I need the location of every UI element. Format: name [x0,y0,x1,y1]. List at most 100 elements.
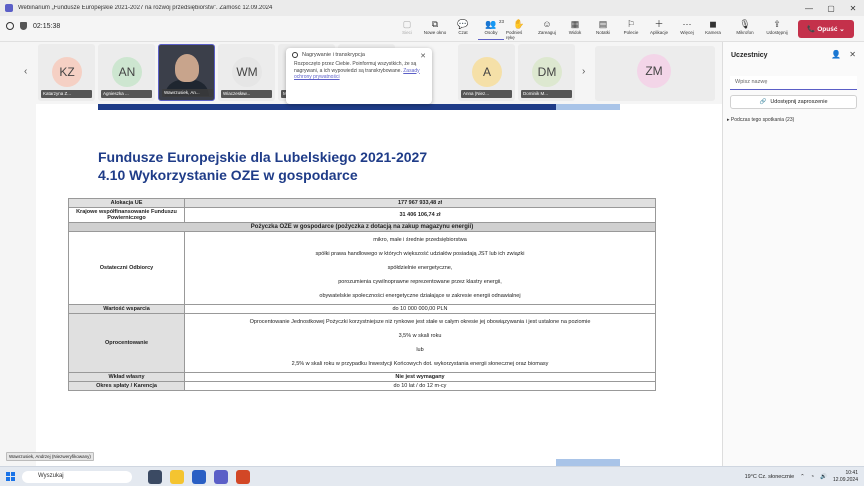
toolbar-button-2[interactable]: 💬 Czat [450,18,476,40]
panel-title: Uczestnicy [731,52,768,59]
participant-video [175,54,199,82]
toolbar-label: Osoby [484,30,498,35]
toolbar-button-5[interactable]: ☺ Zareaguj [534,18,560,40]
weather-text[interactable]: 19°C Cz. słonecznie [745,474,795,480]
clock-date: 12.09.2024 [832,476,858,483]
device-label: Udostępnij [766,30,788,35]
table-label: Oprocentowanie [68,313,185,373]
chevron-up-icon[interactable]: ⌃ [800,474,805,480]
recording-title: Nagrywanie i transkrypcja [302,52,365,58]
toolbar-button-1[interactable]: ⧉ Nowe okno [422,18,448,40]
toolbar-button-6[interactable]: ▦ Widok [562,18,588,40]
close-icon[interactable]: ✕ [420,52,426,60]
start-icon[interactable] [6,472,15,481]
link-icon: 🔗 [759,99,767,105]
list-item: spółdzielnie energetyczne, [387,265,453,271]
maximize-icon[interactable]: ▢ [820,4,842,13]
participant-tile[interactable]: A Anna (Niez... [458,44,515,101]
close-panel-icon[interactable]: ✕ [849,50,856,59]
toolbar-icon: ☺ [542,19,552,29]
toolbar-icon: ▢ [402,19,412,29]
taskbar-search-label: Wyszukaj [38,473,64,479]
leave-button[interactable]: 📞 Opuść ⌄ [798,20,854,38]
list-item: lub [416,347,424,353]
toolbar-button-7[interactable]: ▤ Notatki [590,18,616,40]
add-person-icon[interactable]: 👤 [831,50,841,59]
table-row: Krajowe współfinansowanie Funduszu Powie… [68,207,656,223]
table-value-list: mikro, małe i średnie przedsiębiorstwa s… [184,231,656,305]
toolbar-button-10[interactable]: ⋯ Więcej [674,18,700,40]
participant-tile[interactable]: AN Agnieszka ... [98,44,155,101]
toolbar-button-0[interactable]: ▢ Sieci [394,18,420,40]
window-title: Webinarium „Fundusze Europejskie 2021-20… [18,5,273,11]
toolbar-button-4[interactable]: ✋ Podnieś rękę [506,18,532,40]
participant-name: Katarzyna Z... [41,90,92,98]
list-item: Oprocentowanie Jednostkowej Pożyczki kor… [249,319,591,325]
slide-bottom-accent [556,459,620,466]
list-item: porozumienia cywilnoprawne reprezentowan… [338,279,502,285]
participant-tile[interactable]: DM Dominik M... [518,44,575,101]
table-row: Wartość wsparcia do 10 000 000,00 PLN [68,304,656,314]
participant-search-input[interactable]: Wpisz nazwę [730,76,857,90]
share-invite-button[interactable]: 🔗 Udostępnij zaproszenie [730,95,857,109]
participants-panel: Uczestnicy 👤 ✕ Wpisz nazwę 🔗 Udostępnij … [722,42,864,466]
toolbar-button-3[interactable]: 👥 Osoby 23 [478,18,504,40]
minimize-icon[interactable]: — [798,4,820,13]
device-icon: ◼ [709,19,717,29]
file-explorer-icon[interactable] [170,470,184,484]
participant-name: Agnieszka ... [101,90,152,98]
teams-app-icon [5,4,13,12]
table-label: Krajowe współfinansowanie Funduszu Powie… [68,207,185,223]
list-item: 2,5% w skali roku w przypadku Inwestycji… [291,361,549,367]
table-value: do 10 lat / do 12 m-cy [184,381,656,391]
clock[interactable]: 10:41 12.09.2024 [833,470,858,483]
device-button-2[interactable]: ⇪ Udostępnij [764,18,790,40]
avatar: WM [232,57,262,87]
participant-tile-large[interactable]: ZM [595,46,715,101]
record-icon [292,52,298,58]
volume-icon[interactable]: 🔊 [820,474,827,480]
toolbar-icon: ⚐ [626,19,636,29]
toolbar-label: Więcej [680,30,694,35]
device-button-0[interactable]: ◼ Kamera [700,18,726,40]
network-icon[interactable]: ◔ [811,474,814,480]
toolbar-label: Czat [458,30,468,35]
device-button-1[interactable]: 🎙 Mikrofon [732,18,758,40]
table-label: Ostateczni Odbiorcy [68,231,185,305]
toolbar-label: Polecie [623,30,639,35]
slide-title: Fundusze Europejskie dla Lubelskiego 202… [98,148,427,184]
participant-tile[interactable]: WM Wiaczesław... [218,44,275,101]
table-value: do 10 000 000,00 PLN [184,304,656,314]
teams-icon[interactable] [214,470,228,484]
toolbar-label: Nowe okno [423,30,447,35]
in-meeting-section[interactable]: ▸ Podczas tego spotkania (23) [727,117,794,123]
table-label: Wartość wsparcia [68,304,185,314]
toolbar-label: Zareaguj [538,30,556,35]
toolbar-button-9[interactable]: ＋ Aplikacje [646,18,672,40]
close-window-icon[interactable]: ✕ [842,4,864,13]
list-item: 3,5% w skali roku [398,333,442,339]
recording-body: Rozpoczęto przez Ciebie. Poinformuj wszy… [294,61,417,74]
toolbar-button-8[interactable]: ⚐ Polecie [618,18,644,40]
slide-title-line1: Fundusze Europejskie dla Lubelskiego 202… [98,149,428,165]
outlook-icon[interactable] [192,470,206,484]
info-icon[interactable] [6,22,14,30]
toolbar-icon: 💬 [457,19,469,29]
gallery-prev-icon[interactable]: ‹ [24,66,27,77]
table-value: Nie jest wymagany [184,372,656,382]
toolbar-label: Aplikacje [649,30,668,35]
table-row: Ostateczni Odbiorcy mikro, małe i średni… [68,231,656,305]
window-titlebar: Webinarium „Fundusze Europejskie 2021-20… [0,0,864,16]
participant-tile[interactable]: Wawrzusiek, An... [158,44,215,101]
toolbar-icon: 👥 [485,19,497,29]
recording-notification: Nagrywanie i transkrypcja ✕ Rozpoczęto p… [286,48,432,104]
task-view-icon[interactable] [148,470,162,484]
avatar: AN [112,57,142,87]
taskbar-search[interactable]: Wyszukaj [22,471,132,483]
participant-tile[interactable]: KZ Katarzyna Z... [38,44,95,101]
in-meeting-label: Podczas tego spotkania (23) [730,117,795,123]
toolbar-icon: ⧉ [431,19,439,29]
gallery-next-icon[interactable]: › [582,66,585,77]
powerpoint-icon[interactable] [236,470,250,484]
meeting-stage: ‹ KZ Katarzyna Z... AN Agnieszka ... Wawrzus… [0,42,722,466]
